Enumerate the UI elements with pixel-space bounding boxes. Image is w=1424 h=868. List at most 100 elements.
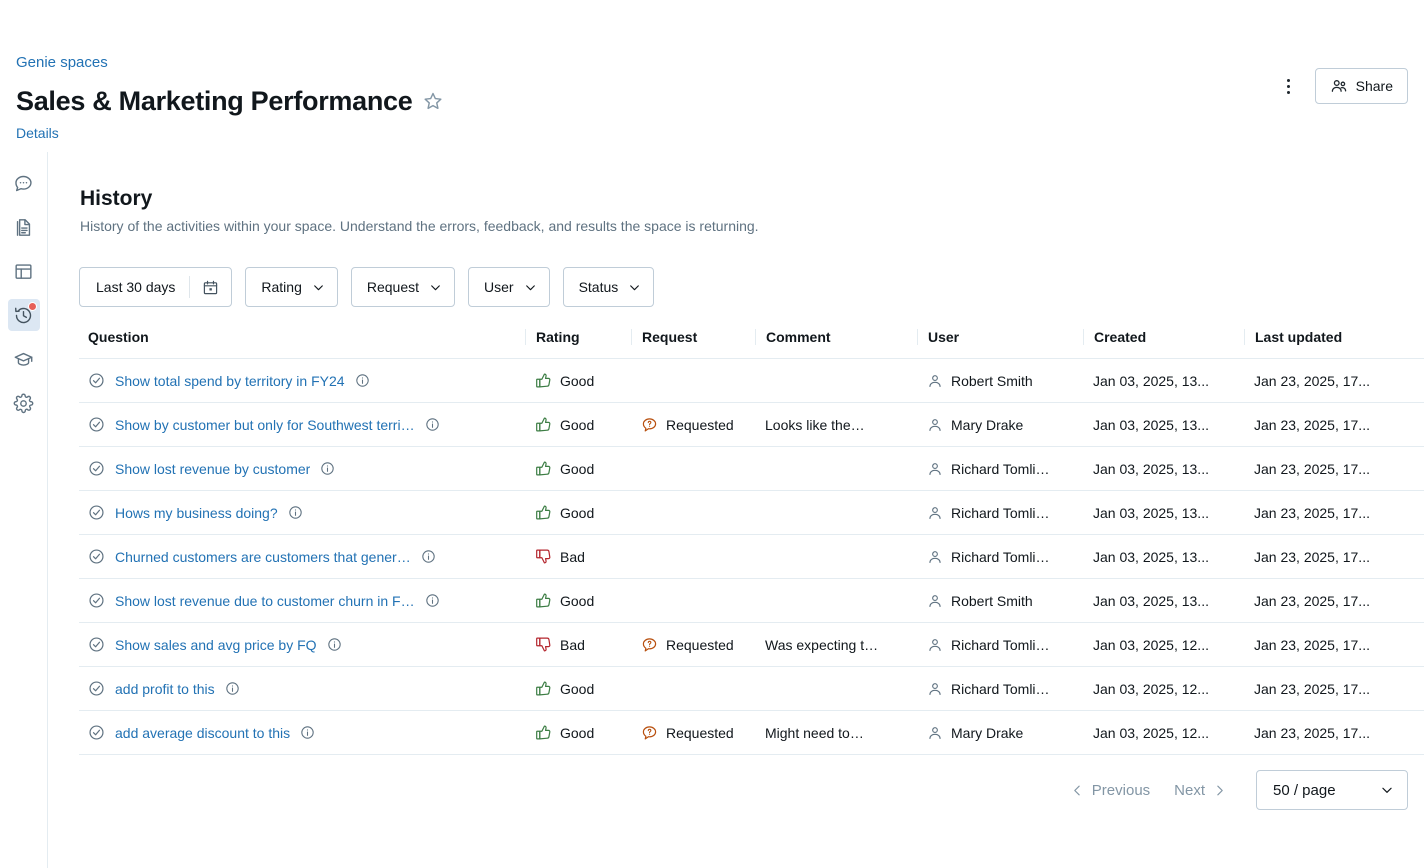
- user-avatar-icon: [927, 461, 943, 477]
- next-page-label: Next: [1174, 782, 1205, 799]
- created-date: Jan 03, 2025, 13...: [1093, 417, 1244, 433]
- status-check-icon[interactable]: [88, 504, 105, 521]
- question-link[interactable]: Show total spend by territory in FY24: [115, 373, 345, 389]
- status-check-icon[interactable]: [88, 548, 105, 565]
- more-options-icon[interactable]: [1275, 70, 1303, 102]
- sidebar-item-settings[interactable]: [8, 387, 40, 419]
- info-icon[interactable]: [225, 681, 240, 696]
- cell-rating: Good: [525, 359, 631, 403]
- column-header-question[interactable]: Question: [79, 329, 525, 359]
- column-header-last-updated[interactable]: Last updated: [1244, 329, 1424, 359]
- status-check-icon[interactable]: [88, 416, 105, 433]
- cell-question[interactable]: Show lost revenue due to customer churn …: [79, 579, 525, 623]
- rating-label: Good: [560, 417, 594, 433]
- info-icon[interactable]: [355, 373, 370, 388]
- cell-question[interactable]: Churned customers are customers that gen…: [79, 535, 525, 579]
- info-icon[interactable]: [300, 725, 315, 740]
- table-row[interactable]: Show lost revenue due to customer churn …: [79, 579, 1424, 623]
- status-check-icon[interactable]: [88, 372, 105, 389]
- column-header-comment[interactable]: Comment: [755, 329, 917, 359]
- status-check-icon[interactable]: [88, 636, 105, 653]
- status-check-icon[interactable]: [88, 680, 105, 697]
- rating-label: Bad: [560, 549, 585, 565]
- table-row[interactable]: Hows my business doing? Good Richard Tom…: [79, 491, 1424, 535]
- question-link[interactable]: Show sales and avg price by FQ: [115, 637, 317, 653]
- table-icon: [13, 261, 34, 282]
- table-body: Show total spend by territory in FY24 Go…: [79, 359, 1424, 755]
- rating-label: Good: [560, 461, 594, 477]
- info-icon[interactable]: [425, 417, 440, 432]
- cell-rating: Good: [525, 667, 631, 711]
- thumbs-down-icon: [535, 548, 552, 565]
- sidebar-item-history[interactable]: [8, 299, 40, 331]
- sidebar-item-data-tables[interactable]: [8, 255, 40, 287]
- share-button[interactable]: Share: [1315, 68, 1408, 104]
- question-link[interactable]: Show lost revenue by customer: [115, 461, 310, 477]
- thumbs-down-icon: [535, 636, 552, 653]
- breadcrumb-genie-spaces[interactable]: Genie spaces: [16, 53, 108, 73]
- pagination: Previous Next 50 / page: [1059, 770, 1408, 810]
- table-row[interactable]: add average discount to this Good Reques…: [79, 711, 1424, 755]
- favorite-star-icon[interactable]: [423, 91, 443, 111]
- info-icon[interactable]: [327, 637, 342, 652]
- previous-page-button[interactable]: Previous: [1059, 772, 1162, 808]
- user-avatar-icon: [927, 417, 943, 433]
- cell-question[interactable]: Show lost revenue by customer: [79, 447, 525, 491]
- history-table-wrapper: Question Rating Request Comment User Cre…: [79, 329, 1424, 755]
- user-filter[interactable]: User: [468, 267, 550, 307]
- date-range-filter[interactable]: Last 30 days: [79, 267, 232, 307]
- column-header-created[interactable]: Created: [1083, 329, 1244, 359]
- request-filter[interactable]: Request: [351, 267, 455, 307]
- info-icon[interactable]: [421, 549, 436, 564]
- updated-date: Jan 23, 2025, 17...: [1254, 637, 1424, 653]
- status-check-icon[interactable]: [88, 592, 105, 609]
- cell-question[interactable]: add profit to this: [79, 667, 525, 711]
- column-header-request[interactable]: Request: [631, 329, 755, 359]
- next-page-button[interactable]: Next: [1162, 772, 1238, 808]
- question-link[interactable]: Hows my business doing?: [115, 505, 278, 521]
- updated-date: Jan 23, 2025, 17...: [1254, 373, 1424, 389]
- status-check-icon[interactable]: [88, 460, 105, 477]
- page-size-select[interactable]: 50 / page: [1256, 770, 1408, 810]
- table-row[interactable]: Show sales and avg price by FQ Bad Reque…: [79, 623, 1424, 667]
- user-name: Mary Drake: [951, 725, 1023, 741]
- cell-comment: [755, 535, 917, 579]
- question-link[interactable]: add profit to this: [115, 681, 215, 697]
- cell-rating: Good: [525, 491, 631, 535]
- table-row[interactable]: Show lost revenue by customer Good Richa…: [79, 447, 1424, 491]
- question-link[interactable]: add average discount to this: [115, 725, 290, 741]
- info-icon[interactable]: [425, 593, 440, 608]
- cell-question[interactable]: Show by customer but only for Southwest …: [79, 403, 525, 447]
- table-row[interactable]: add profit to this Good Richard Tomli… J…: [79, 667, 1424, 711]
- cell-request: [631, 667, 755, 711]
- table-row[interactable]: Show total spend by territory in FY24 Go…: [79, 359, 1424, 403]
- info-icon[interactable]: [320, 461, 335, 476]
- cell-comment: [755, 447, 917, 491]
- column-header-user[interactable]: User: [917, 329, 1083, 359]
- cell-created: Jan 03, 2025, 13...: [1083, 491, 1244, 535]
- cell-question[interactable]: Show sales and avg price by FQ: [79, 623, 525, 667]
- status-filter[interactable]: Status: [563, 267, 655, 307]
- question-link[interactable]: Show lost revenue due to customer churn …: [115, 593, 415, 609]
- details-link[interactable]: Details: [16, 123, 59, 143]
- table-row[interactable]: Show by customer but only for Southwest …: [79, 403, 1424, 447]
- column-header-rating[interactable]: Rating: [525, 329, 631, 359]
- cell-question[interactable]: Show total spend by territory in FY24: [79, 359, 525, 403]
- question-link[interactable]: Churned customers are customers that gen…: [115, 549, 411, 565]
- table-row[interactable]: Churned customers are customers that gen…: [79, 535, 1424, 579]
- status-check-icon[interactable]: [88, 724, 105, 741]
- info-icon[interactable]: [288, 505, 303, 520]
- thumbs-up-icon: [535, 724, 552, 741]
- cell-user: Richard Tomli…: [917, 447, 1083, 491]
- sidebar-item-instructions[interactable]: [8, 211, 40, 243]
- cell-user: Robert Smith: [917, 579, 1083, 623]
- cell-question[interactable]: Hows my business doing?: [79, 491, 525, 535]
- sidebar-item-chat[interactable]: [8, 167, 40, 199]
- cell-comment: [755, 359, 917, 403]
- calendar-icon[interactable]: [190, 279, 231, 296]
- question-link[interactable]: Show by customer but only for Southwest …: [115, 417, 415, 433]
- sidebar-item-knowledge[interactable]: [8, 343, 40, 375]
- cell-user: Mary Drake: [917, 711, 1083, 755]
- cell-question[interactable]: add average discount to this: [79, 711, 525, 755]
- rating-filter[interactable]: Rating: [245, 267, 337, 307]
